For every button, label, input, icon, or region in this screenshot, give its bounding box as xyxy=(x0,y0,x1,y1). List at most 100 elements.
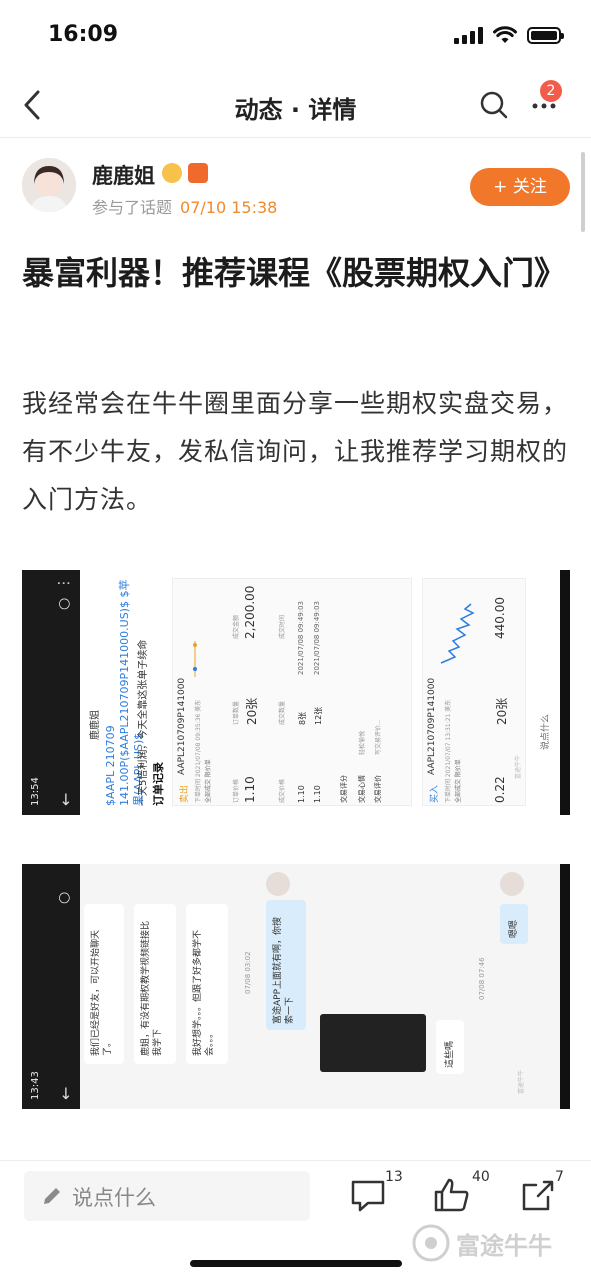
amount-label: 成交金额 xyxy=(233,614,240,639)
phone-time: 13:43 xyxy=(30,1071,41,1100)
back-arrow-icon: ← xyxy=(56,1086,75,1100)
phone-time: 13:54 xyxy=(30,777,41,806)
avatar[interactable] xyxy=(22,158,76,212)
post-author: 鹿鹿姐 xyxy=(90,710,101,740)
image-watermark: 富途牛牛 xyxy=(518,1069,525,1094)
person-icon: ○ xyxy=(56,891,72,904)
fill2-time: 2021/07/08 09:49:03 xyxy=(313,600,321,675)
avatar xyxy=(266,872,290,896)
status-bar: 16:09 xyxy=(0,0,591,72)
embedded-image-chat[interactable]: 13:43 ← ○ 我们已经是好友，可以开始聊天了。 鹿姐，有没有期权教学视频链… xyxy=(22,864,570,1109)
phone-edge xyxy=(560,864,570,1109)
share-icon[interactable] xyxy=(518,1175,558,1215)
fill1-qty: 8张 xyxy=(298,711,307,725)
price-chart xyxy=(440,603,475,664)
author-meta: 参与了话题 07/10 15:38 xyxy=(92,194,277,218)
mini-chart-icon xyxy=(193,641,197,677)
say-something: 说点什么 xyxy=(541,713,551,750)
mood-label: 交易心情 xyxy=(358,775,366,803)
sell-amount: 2,200.00 xyxy=(243,585,257,639)
app-watermark: 富途牛牛 xyxy=(412,1224,552,1262)
review-button: 写交易评价... xyxy=(375,719,382,755)
sell-qty: 20张 xyxy=(245,697,259,725)
chat-bubble: 鹿姐，有没有期权教学视频链接比我学下 xyxy=(134,904,176,1064)
notification-badge: 2 xyxy=(540,80,562,102)
chat-message-5: 這些嗎 xyxy=(445,1040,455,1068)
topic-prefix: 参与了话题 xyxy=(92,198,173,217)
search-icon[interactable] xyxy=(478,89,510,121)
buy-order-panel: 买入 AAPL210709P141000 下单时间 2021/07/07 13:… xyxy=(422,578,526,806)
chat-message-2: 鹿姐，有没有期权教学视频链接比我学下 xyxy=(141,920,163,1056)
chat-bubble: 富途APP上面就有啊，你搜索一下 xyxy=(266,900,306,1030)
phone-status-strip: 13:43 ← ○ xyxy=(22,864,80,1109)
watermark-text: 富途牛牛 xyxy=(456,1231,552,1260)
chat-message-6: 嗯嗯 xyxy=(509,919,519,938)
sell-price: 1.10 xyxy=(243,776,257,803)
search-icon: ○ xyxy=(56,597,72,610)
status-time: 16:09 xyxy=(48,22,119,47)
fill-price-label: 成交价格 xyxy=(279,778,286,803)
buy-price: 0.22 xyxy=(493,776,507,803)
buy-qty: 20张 xyxy=(495,697,509,725)
fill-qty-label: 成交数量 xyxy=(279,700,286,725)
wifi-icon xyxy=(493,26,517,43)
price-label: 订单价格 xyxy=(233,778,240,803)
chat-message-4: 富途APP上面就有啊，你搜索一下 xyxy=(273,916,295,1024)
sell-sub: 下单时间 2021/07/08 09:35:36 美东 xyxy=(195,699,202,803)
embedded-image-trade-orders[interactable]: 13:54 ← ○ ⋮ 鹿鹿姐 $AAPL 210709 141.00P($AA… xyxy=(22,570,570,815)
order-title: 订单记录 xyxy=(152,762,165,806)
phone-edge xyxy=(560,570,570,815)
buy-code: AAPL210709P141000 xyxy=(427,677,437,775)
chat-message-1: 我们已经是好友，可以开始聊天了。 xyxy=(91,929,113,1056)
chat-bubble: 嗯嗯 xyxy=(500,904,528,944)
chat-time-1: 07/08 03:02 xyxy=(244,951,252,994)
level-badge-icon xyxy=(188,163,208,183)
fill2-price: 1.10 xyxy=(313,785,322,803)
mood-button: 轻松愉悦 xyxy=(359,730,366,755)
phone-status-strip: 13:54 ← ○ ⋮ xyxy=(22,570,80,815)
comment-icon[interactable] xyxy=(348,1175,388,1215)
post-time: 07/10 15:38 xyxy=(180,198,278,217)
chat-time-2: 07/08 07:46 xyxy=(478,957,486,1000)
review-label: 交易评价 xyxy=(374,775,382,803)
fill1-time: 2021/07/08 09:49:03 xyxy=(297,600,305,675)
home-indicator xyxy=(190,1260,402,1267)
pencil-icon xyxy=(44,1188,60,1204)
futu-logo-icon xyxy=(412,1224,450,1262)
fill-time-label: 成交时间 xyxy=(279,614,286,639)
fill1-price: 1.10 xyxy=(297,785,306,803)
follow-button[interactable]: + 关注 xyxy=(470,168,570,206)
author-row: 鹿鹿姐 参与了话题 07/10 15:38 + 关注 xyxy=(22,158,572,218)
article-title: 暴富利器！推荐课程《股票期权入门》 xyxy=(22,254,567,292)
nav-bar: 动态 · 详情 xyxy=(0,72,591,138)
post-desc: 一天5倍利润，今天全靠这张单子续命 xyxy=(138,639,149,806)
more-icon: ⋮ xyxy=(56,576,72,590)
comment-count: 13 xyxy=(385,1169,403,1185)
verified-badge-icon xyxy=(162,163,182,183)
like-icon[interactable] xyxy=(432,1175,472,1215)
sell-type: 全部成交 限价单 xyxy=(205,759,212,803)
sell-code: AAPL210709P141000 xyxy=(177,677,187,775)
chat-bubble: 我好想学。。。但跟了好多都学不会。。。 xyxy=(186,904,228,1064)
chat-message-3: 我好想学。。。但跟了好多都学不会。。。 xyxy=(193,929,215,1056)
like-count: 40 xyxy=(472,1169,490,1185)
author-name[interactable]: 鹿鹿姐 xyxy=(92,160,155,190)
scrollbar[interactable] xyxy=(581,152,585,232)
qty-label: 订单数量 xyxy=(233,700,240,725)
buy-sub: 下单时间 2021/07/07 13:31:21 美东 xyxy=(445,699,452,803)
battery-icon xyxy=(527,26,564,44)
sell-order-panel: 卖出 AAPL210709P141000 下单时间 2021/07/08 09:… xyxy=(172,578,412,806)
cellular-signal-icon xyxy=(454,26,483,44)
comment-placeholder: 说点什么 xyxy=(72,1186,156,1210)
chat-bubble: 我们已经是好友，可以开始聊天了。 xyxy=(84,904,124,1064)
avatar xyxy=(500,872,524,896)
buy-amount: 440.00 xyxy=(493,597,507,639)
fill2-qty: 12张 xyxy=(314,706,323,725)
back-arrow-icon: ← xyxy=(56,792,75,806)
chat-bubble: 這些嗎 xyxy=(436,1020,464,1074)
article-body: 我经常会在牛牛圈里面分享一些期权实盘交易，有不少牛友，发私信询问，让我推荐学习期… xyxy=(22,389,569,514)
comment-input[interactable]: 说点什么 xyxy=(24,1171,310,1221)
buy-type: 全部成交 限价单 xyxy=(455,759,462,803)
sell-tag: 卖出 xyxy=(180,784,190,803)
app-screenshot-thumb xyxy=(320,1014,426,1072)
